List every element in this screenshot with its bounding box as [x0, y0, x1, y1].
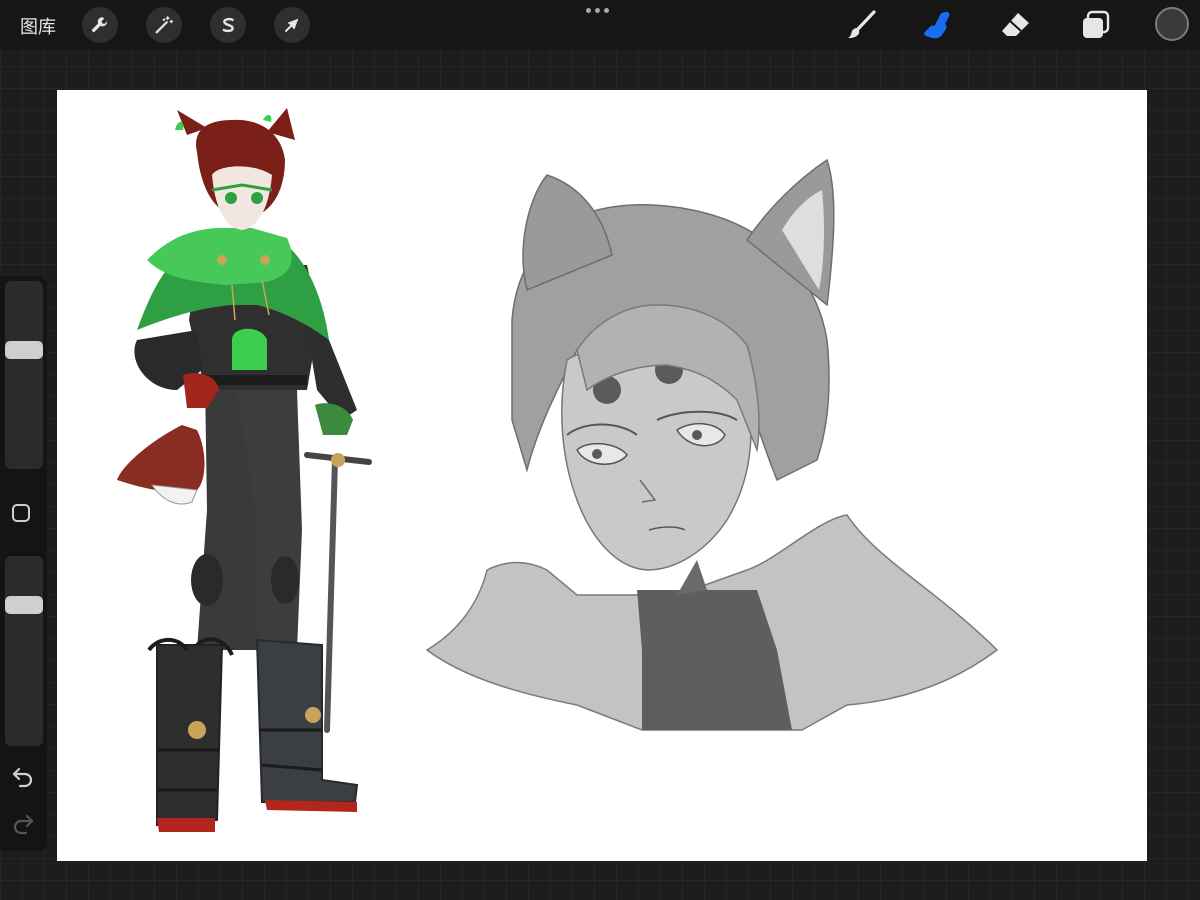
actions-button[interactable]: [82, 7, 118, 43]
brush-icon: [848, 10, 876, 39]
opacity-thumb[interactable]: [5, 595, 43, 614]
opacity-slider[interactable]: [5, 556, 43, 746]
portrait-sketch: [425, 158, 999, 731]
transform-button[interactable]: [274, 7, 310, 43]
top-toolbar: 图库: [0, 0, 1200, 50]
arrow-cursor-icon: [285, 18, 299, 32]
brush-size-slider[interactable]: [5, 281, 43, 469]
adjustments-button[interactable]: [146, 7, 182, 43]
eraser-icon: [1002, 13, 1029, 36]
dot: [604, 8, 609, 13]
artwork: [117, 108, 999, 832]
redo-arrow-icon[interactable]: [10, 811, 36, 835]
eraser-tool-button[interactable]: [998, 8, 1034, 42]
smudge-finger-icon: [924, 12, 950, 39]
wrench-icon: [91, 17, 107, 33]
dot: [586, 8, 591, 13]
selection-s-icon: [222, 17, 234, 33]
color-picker-button[interactable]: [1155, 7, 1189, 41]
layers-button[interactable]: [1078, 8, 1114, 42]
brush-size-thumb[interactable]: [5, 340, 43, 359]
square-modifier-icon[interactable]: [12, 504, 30, 522]
dot: [595, 8, 600, 13]
layers-icon: [1083, 10, 1110, 38]
full-body-character: [117, 108, 372, 832]
smudge-tool-button[interactable]: [920, 8, 956, 42]
gallery-button[interactable]: 图库: [20, 13, 56, 39]
sidebar: [0, 276, 47, 851]
more-options-button[interactable]: [586, 8, 609, 13]
brush-tool-button[interactable]: [844, 8, 880, 42]
undo-arrow-icon[interactable]: [10, 764, 36, 788]
drawing-canvas[interactable]: [57, 90, 1147, 861]
magic-wand-icon: [155, 16, 174, 34]
selection-button[interactable]: [210, 7, 246, 43]
